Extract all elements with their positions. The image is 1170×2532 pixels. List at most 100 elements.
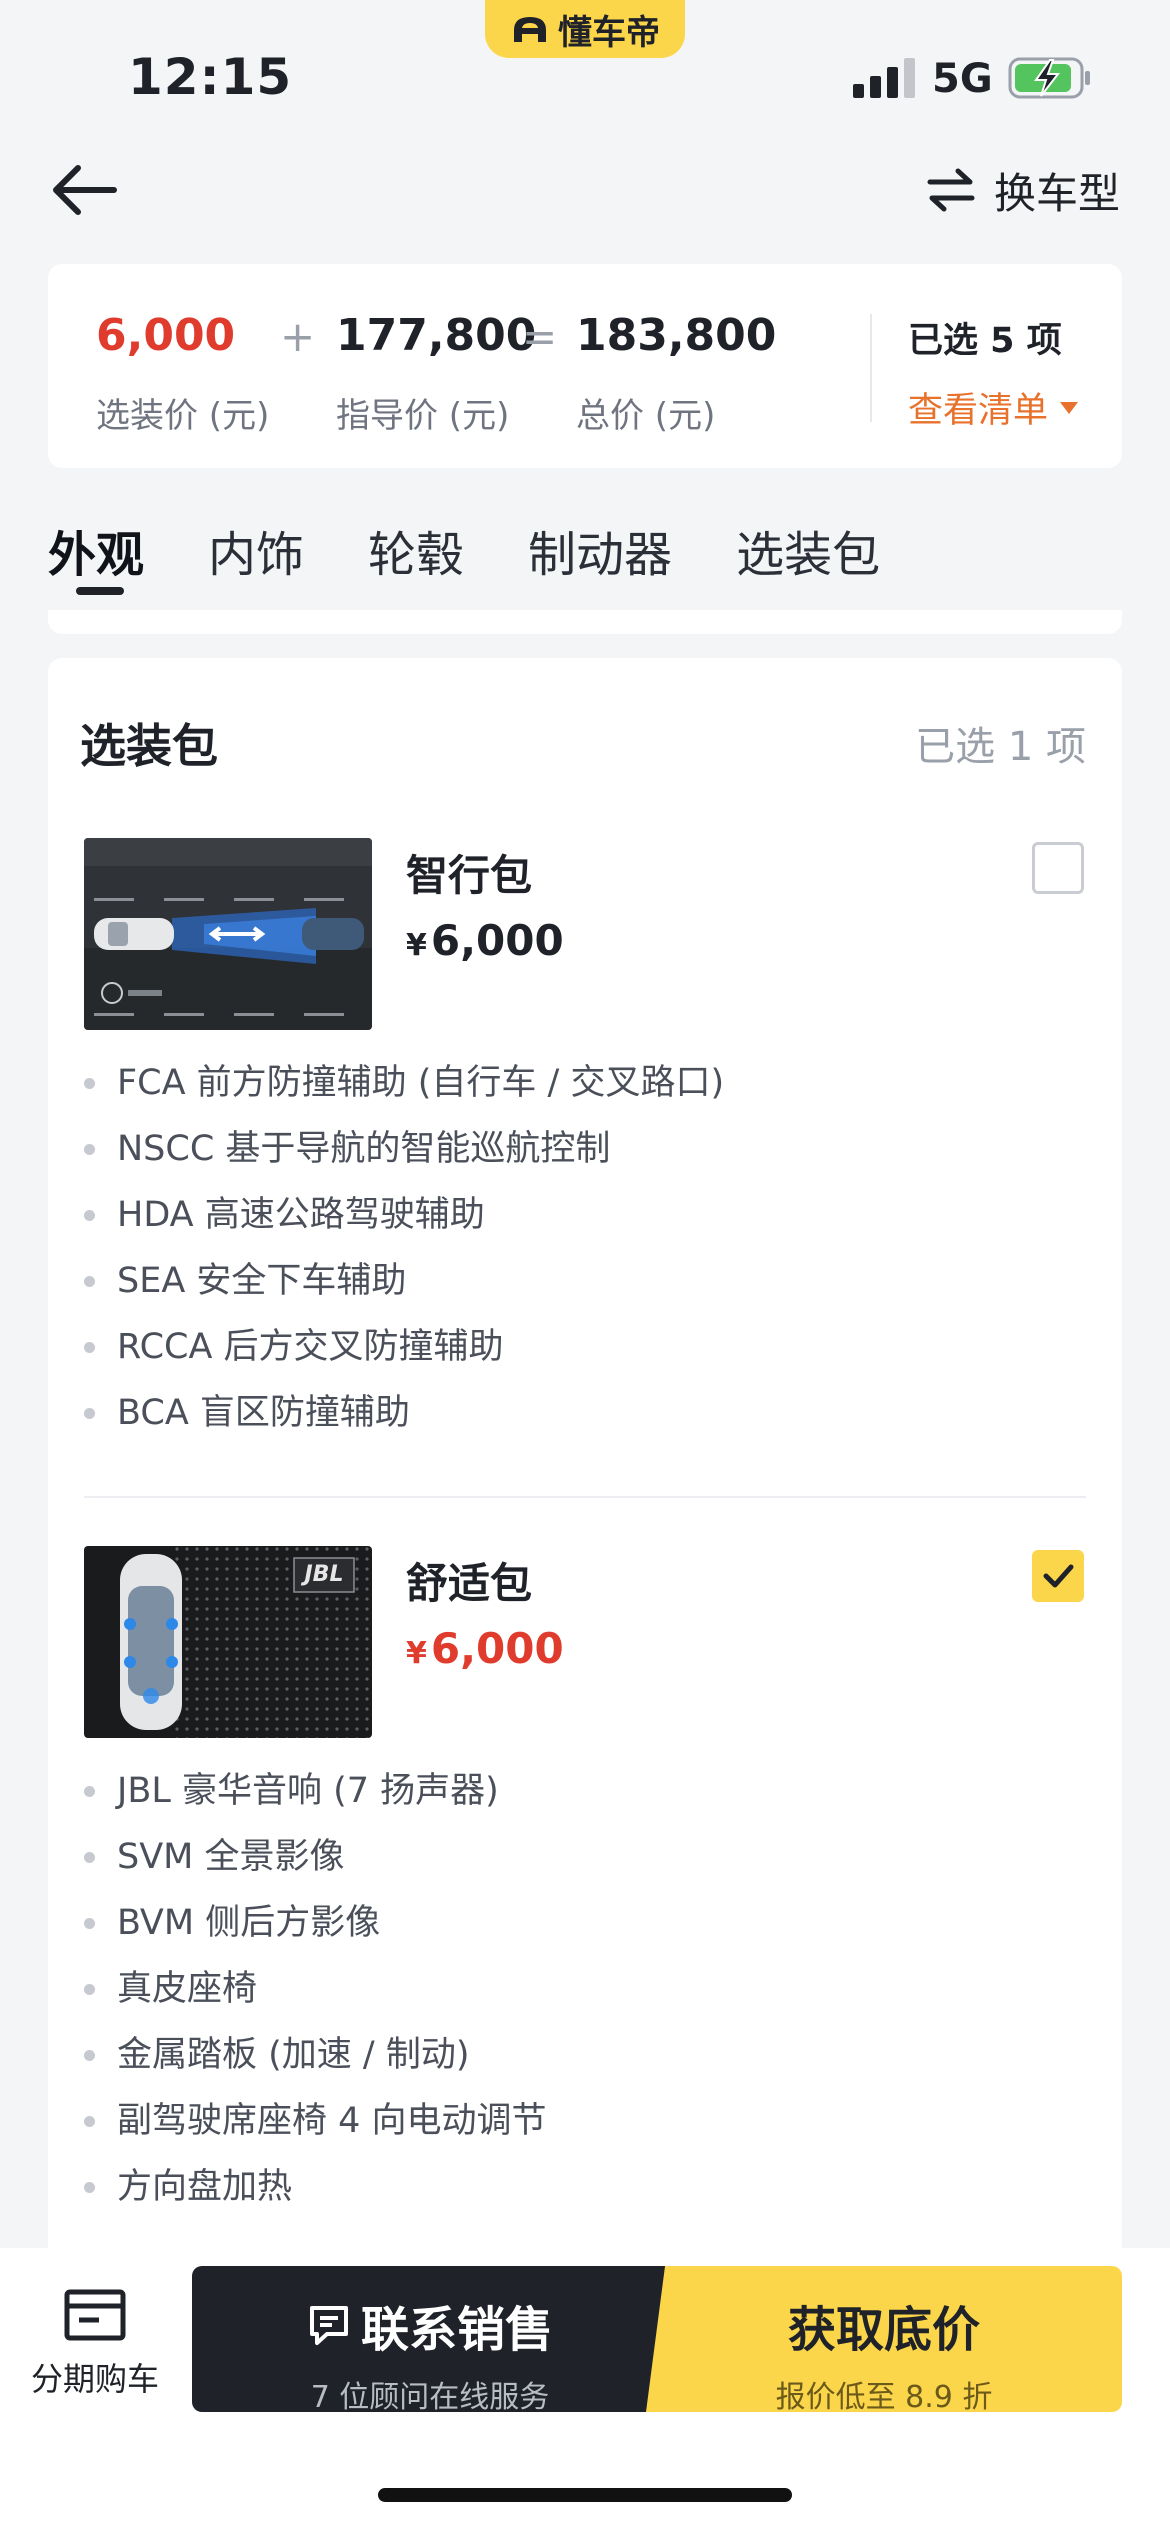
- package-checkbox[interactable]: [1032, 1550, 1084, 1602]
- bullet-icon: [84, 1077, 95, 1089]
- equals-sign: =: [522, 312, 558, 361]
- package-price-value: 6,000: [430, 1624, 564, 1673]
- section-selected-count: 已选 1 项: [915, 724, 1086, 770]
- tab-wheels[interactable]: 轮毂: [368, 515, 464, 595]
- package-price: ¥6,000: [406, 916, 564, 965]
- home-indicator[interactable]: [378, 2488, 792, 2502]
- tab-brakes-label: 制动器: [528, 527, 673, 583]
- bullet-icon: [84, 2181, 95, 2193]
- package-price-value: 6,000: [430, 916, 564, 965]
- network-type: 5G: [932, 56, 993, 102]
- bullet-icon: [84, 1785, 95, 1797]
- installment-card-icon: [64, 2289, 126, 2341]
- price-summary-card: 6,000 选装价 (元) + 177,800 指导价 (元) = 183,80…: [48, 264, 1122, 468]
- switch-model-button[interactable]: 换车型: [926, 162, 1120, 218]
- feature-item: RCCA 后方交叉防撞辅助: [84, 1314, 724, 1380]
- feature-text: SVM 全景影像: [117, 1837, 345, 1877]
- option-price-block: 6,000 选装价 (元): [96, 310, 269, 437]
- checkmark-icon: [1043, 1564, 1074, 1588]
- contact-sales-sub: 7 位顾问在线服务: [310, 2380, 550, 2415]
- bullet-icon: [84, 1851, 95, 1863]
- feature-item: BVM 侧后方影像: [84, 1890, 547, 1956]
- feature-text: 副驾驶席座椅 4 向电动调节: [117, 2101, 547, 2141]
- feature-item: NSCC 基于导航的智能巡航控制: [84, 1116, 724, 1182]
- battery-charging-icon: [1008, 57, 1090, 99]
- driving-assist-illustration-icon: [84, 838, 372, 1030]
- feature-item: 真皮座椅: [84, 1956, 547, 2022]
- driving-assist-image: [84, 838, 372, 1030]
- status-bar: 12:15 懂车帝 5G: [0, 0, 1170, 150]
- installment-button[interactable]: 分期购车: [30, 2288, 160, 2400]
- feature-item: SEA 安全下车辅助: [84, 1248, 724, 1314]
- total-price-caption: 总价 (元): [576, 396, 716, 436]
- total-price-value: 183,800: [576, 310, 777, 361]
- status-time: 12:15: [128, 48, 293, 106]
- bullet-icon: [84, 1209, 95, 1221]
- tab-packages[interactable]: 选装包: [736, 515, 880, 595]
- feature-item: 副驾驶席座椅 4 向电动调节: [84, 2088, 547, 2154]
- feature-text: BCA 盲区防撞辅助: [117, 1393, 410, 1433]
- swap-arrows-icon: [927, 168, 975, 212]
- contact-sales-button[interactable]: 联系销售 7 位顾问在线服务: [192, 2266, 668, 2412]
- caret-down-icon: [1060, 401, 1079, 414]
- tab-packages-label: 选装包: [736, 527, 881, 583]
- tab-interior[interactable]: 内饰: [208, 515, 304, 595]
- feature-item: FCA 前方防撞辅助 (自行车 / 交叉路口): [84, 1050, 724, 1116]
- tab-interior-label: 内饰: [208, 527, 305, 583]
- app-badge-label: 懂车帝: [558, 12, 660, 53]
- feature-text: SEA 安全下车辅助: [117, 1261, 407, 1301]
- view-list-label: 查看清单: [908, 391, 1049, 431]
- switch-model-label: 换车型: [993, 168, 1120, 218]
- view-list-button[interactable]: 查看清单: [908, 382, 1079, 433]
- feature-item: JBL 豪华音响 (7 扬声器): [84, 1758, 547, 1824]
- tab-exterior[interactable]: 外观: [48, 515, 144, 595]
- feature-text: 真皮座椅: [117, 1969, 258, 2009]
- feature-item: 金属踏板 (加速 / 制动): [84, 2022, 547, 2088]
- app-badge[interactable]: 懂车帝: [485, 0, 685, 58]
- tab-exterior-label: 外观: [48, 527, 145, 583]
- chat-bubble-icon: [309, 2306, 348, 2345]
- installment-label: 分期购车: [30, 2360, 159, 2398]
- package-divider: [84, 1496, 1086, 1498]
- feature-text: 金属踏板 (加速 / 制动): [117, 2035, 470, 2075]
- feature-text: FCA 前方防撞辅助 (自行车 / 交叉路口): [117, 1063, 725, 1103]
- get-best-price-button[interactable]: 获取底价 报价低至 8.9 折: [646, 2266, 1122, 2412]
- package-price: ¥6,000: [406, 1624, 564, 1673]
- back-button[interactable]: [48, 160, 120, 220]
- arrow-left-icon: [53, 165, 117, 215]
- total-price-block: 183,800 总价 (元): [576, 310, 776, 437]
- currency-symbol: ¥: [406, 928, 427, 963]
- feature-list: FCA 前方防撞辅助 (自行车 / 交叉路口) NSCC 基于导航的智能巡航控制…: [84, 1050, 724, 1446]
- feature-text: HDA 高速公路驾驶辅助: [117, 1195, 485, 1235]
- tab-brakes[interactable]: 制动器: [528, 515, 672, 595]
- currency-symbol: ¥: [406, 1636, 427, 1671]
- bullet-icon: [84, 1275, 95, 1287]
- feature-text: JBL 豪华音响 (7 扬声器): [117, 1771, 499, 1811]
- feature-text: 方向盘加热: [117, 2167, 293, 2207]
- divider: [870, 314, 872, 422]
- bullet-icon: [84, 1341, 95, 1353]
- feature-text: NSCC 基于导航的智能巡航控制: [117, 1129, 611, 1169]
- category-tabs: 外观 内饰 轮毂 制动器 选装包: [48, 515, 944, 595]
- bullet-icon: [84, 2115, 95, 2127]
- package-checkbox[interactable]: [1032, 842, 1084, 894]
- previous-section-edge: [48, 610, 1122, 634]
- jbl-audio-image: JBL: [84, 1546, 372, 1738]
- feature-list: JBL 豪华音响 (7 扬声器) SVM 全景影像 BVM 侧后方影像 真皮座椅…: [84, 1758, 547, 2220]
- bullet-icon: [84, 1917, 95, 1929]
- feature-text: RCCA 后方交叉防撞辅助: [117, 1327, 504, 1367]
- package-name: 舒适包: [406, 1559, 533, 1608]
- cellular-signal-icon: [853, 58, 915, 98]
- msrp-block: 177,800 指导价 (元): [336, 310, 536, 437]
- get-best-price-sub: 报价低至 8.9 折: [775, 2380, 993, 2415]
- bullet-icon: [84, 1983, 95, 1995]
- section-title: 选装包: [80, 719, 218, 773]
- package-name: 智行包: [406, 851, 533, 900]
- get-best-price-label: 获取底价: [787, 2302, 980, 2358]
- active-tab-indicator: [76, 587, 124, 595]
- contact-sales-label: 联系销售: [360, 2302, 553, 2358]
- feature-item: 方向盘加热: [84, 2154, 547, 2220]
- bullet-icon: [84, 1143, 95, 1155]
- feature-item: HDA 高速公路驾驶辅助: [84, 1182, 724, 1248]
- bullet-icon: [84, 1407, 95, 1419]
